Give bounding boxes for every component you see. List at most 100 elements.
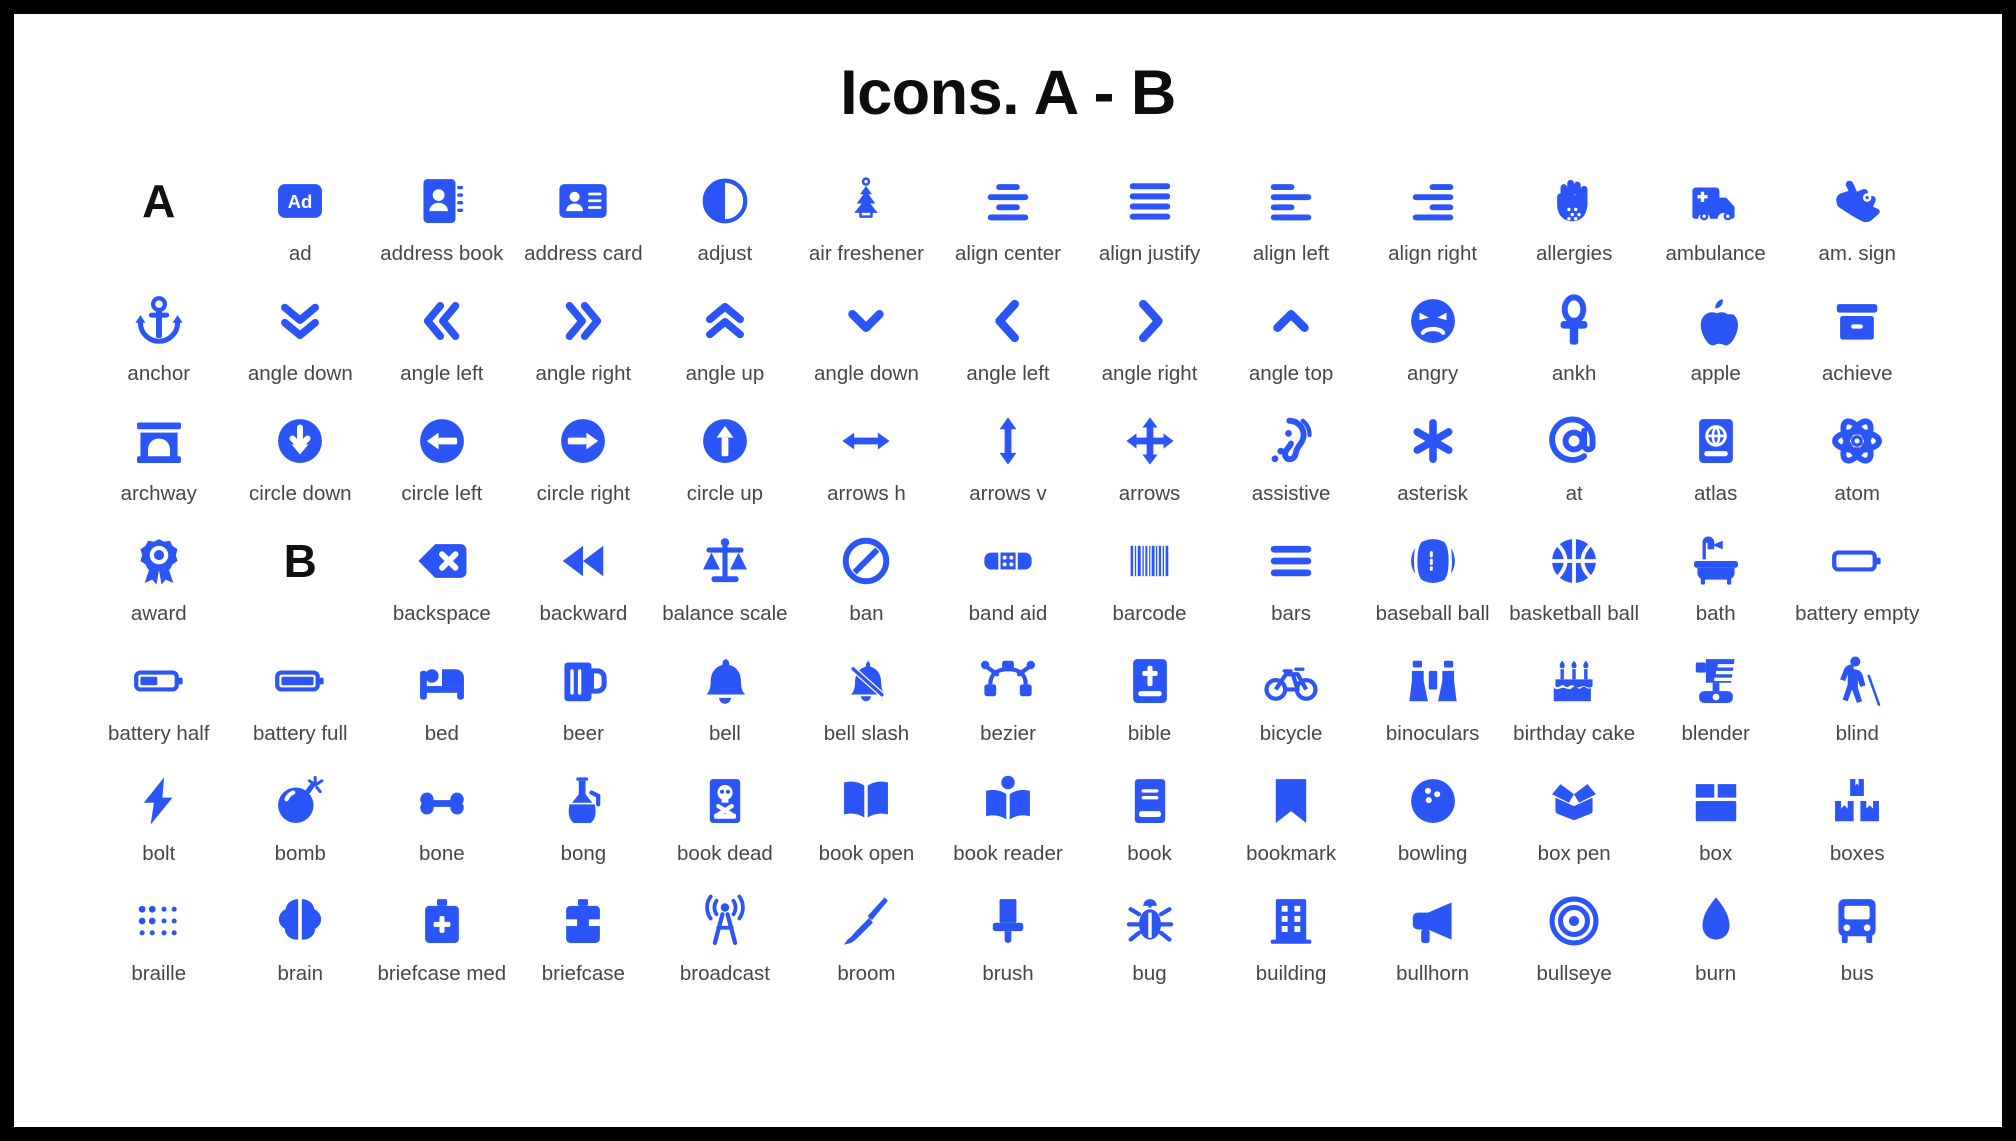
icon-cell-band-aid-icon[interactable]: band aid <box>937 529 1079 649</box>
icon-cell-angle-right-icon[interactable]: angle right <box>1079 289 1221 409</box>
icon-cell-bong-icon[interactable]: bong <box>513 769 655 889</box>
icon-cell-arrows-move-icon[interactable]: arrows <box>1079 409 1221 529</box>
icon-cell-apple-icon[interactable]: apple <box>1645 289 1787 409</box>
icon-cell-angle-double-down-icon[interactable]: angle down <box>230 289 372 409</box>
bus-icon <box>1786 889 1928 953</box>
icon-cell-align-justify-icon[interactable]: align justify <box>1079 169 1221 289</box>
icon-cell-american-sign-language-icon[interactable]: am. sign <box>1786 169 1928 289</box>
icon-cell-address-book-icon[interactable]: address book <box>371 169 513 289</box>
align-left-icon <box>1220 169 1362 233</box>
icon-cell-book-icon[interactable]: book <box>1079 769 1221 889</box>
icon-cell-ban-icon[interactable]: ban <box>796 529 938 649</box>
icon-cell-bone-icon[interactable]: bone <box>371 769 513 889</box>
icon-cell-bell-icon[interactable]: bell <box>654 649 796 769</box>
icon-cell-arrows-horizontal-icon[interactable]: arrows h <box>796 409 938 529</box>
icon-cell-letter-a[interactable]: A <box>88 169 230 289</box>
icon-cell-angry-face-icon[interactable]: angry <box>1362 289 1504 409</box>
icon-cell-arrow-circle-right-icon[interactable]: circle right <box>513 409 655 529</box>
icon-cell-bus-icon[interactable]: bus <box>1786 889 1928 1009</box>
icon-cell-award-icon[interactable]: award <box>88 529 230 649</box>
icon-cell-angle-left-icon[interactable]: angle left <box>937 289 1079 409</box>
icon-cell-book-reader-icon[interactable]: book reader <box>937 769 1079 889</box>
icon-caption: am. sign <box>1818 242 1896 265</box>
icon-cell-battery-empty-icon[interactable]: battery empty <box>1786 529 1928 649</box>
icon-cell-blind-person-icon[interactable]: blind <box>1786 649 1928 769</box>
icon-cell-bullhorn-icon[interactable]: bullhorn <box>1362 889 1504 1009</box>
icon-cell-bed-icon[interactable]: bed <box>371 649 513 769</box>
icon-cell-arrow-circle-up-icon[interactable]: circle up <box>654 409 796 529</box>
icon-cell-arrow-circle-left-icon[interactable]: circle left <box>371 409 513 529</box>
icon-cell-angle-double-right-icon[interactable]: angle right <box>513 289 655 409</box>
icon-cell-book-open-icon[interactable]: book open <box>796 769 938 889</box>
icon-cell-bolt-icon[interactable]: bolt <box>88 769 230 889</box>
icon-cell-align-left-icon[interactable]: align left <box>1220 169 1362 289</box>
icon-caption: angle top <box>1248 362 1334 385</box>
icon-cell-anchor-icon[interactable]: anchor <box>88 289 230 409</box>
icon-cell-at-sign-icon[interactable]: at <box>1503 409 1645 529</box>
icon-cell-blender-icon[interactable]: blender <box>1645 649 1787 769</box>
icon-cell-backward-icon[interactable]: backward <box>513 529 655 649</box>
icon-cell-baseball-ball-icon[interactable]: baseball ball <box>1362 529 1504 649</box>
icon-cell-briefcase-medical-icon[interactable]: briefcase med <box>371 889 513 1009</box>
icon-cell-barcode-icon[interactable]: barcode <box>1079 529 1221 649</box>
icon-cell-battery-half-icon[interactable]: battery half <box>88 649 230 769</box>
icon-cell-angle-double-left-icon[interactable]: angle left <box>371 289 513 409</box>
icon-cell-adjust-icon[interactable]: adjust <box>654 169 796 289</box>
icon-cell-atlas-icon[interactable]: atlas <box>1645 409 1787 529</box>
icon-cell-brush-icon[interactable]: brush <box>937 889 1079 1009</box>
icon-cell-atom-icon[interactable]: atom <box>1786 409 1928 529</box>
icon-cell-ankh-icon[interactable]: ankh <box>1503 289 1645 409</box>
icon-cell-ad-icon[interactable]: Ad ad <box>230 169 372 289</box>
air-freshener-icon <box>796 169 938 233</box>
icon-cell-bible-icon[interactable]: bible <box>1079 649 1221 769</box>
icon-cell-book-dead-icon[interactable]: book dead <box>654 769 796 889</box>
icon-cell-archway-icon[interactable]: archway <box>88 409 230 529</box>
icon-cell-bars-icon[interactable]: bars <box>1220 529 1362 649</box>
icon-cell-battery-full-icon[interactable]: battery full <box>230 649 372 769</box>
icon-cell-assistive-listening-icon[interactable]: assistive <box>1220 409 1362 529</box>
icon-cell-bell-slash-icon[interactable]: bell slash <box>796 649 938 769</box>
icon-caption: battery half <box>108 722 210 745</box>
icon-cell-beer-mug-icon[interactable]: beer <box>513 649 655 769</box>
icon-cell-bomb-icon[interactable]: bomb <box>230 769 372 889</box>
icon-cell-letter-b[interactable]: B <box>230 529 372 649</box>
icon-cell-bezier-curve-icon[interactable]: bezier <box>937 649 1079 769</box>
icon-cell-burn-icon[interactable]: burn <box>1645 889 1787 1009</box>
icon-cell-brain-icon[interactable]: brain <box>230 889 372 1009</box>
icon-cell-birthday-cake-icon[interactable]: birthday cake <box>1503 649 1645 769</box>
icon-cell-align-right-icon[interactable]: align right <box>1362 169 1504 289</box>
icon-cell-address-card-icon[interactable]: address card <box>513 169 655 289</box>
icon-cell-binoculars-icon[interactable]: binoculars <box>1362 649 1504 769</box>
icon-cell-angle-down-icon[interactable]: angle down <box>796 289 938 409</box>
icon-cell-arrow-circle-down-icon[interactable]: circle down <box>230 409 372 529</box>
icon-cell-basketball-ball-icon[interactable]: basketball ball <box>1503 529 1645 649</box>
icon-cell-broom-icon[interactable]: broom <box>796 889 938 1009</box>
icon-cell-broadcast-tower-icon[interactable]: broadcast <box>654 889 796 1009</box>
icon-cell-bath-icon[interactable]: bath <box>1645 529 1787 649</box>
icon-cell-angle-double-up-icon[interactable]: angle up <box>654 289 796 409</box>
icon-cell-air-freshener-icon[interactable]: air freshener <box>796 169 938 289</box>
icon-cell-box-open-icon[interactable]: box pen <box>1503 769 1645 889</box>
icon-cell-box-icon[interactable]: box <box>1645 769 1787 889</box>
icon-cell-briefcase-icon[interactable]: briefcase <box>513 889 655 1009</box>
icon-cell-bowling-ball-icon[interactable]: bowling <box>1362 769 1504 889</box>
icon-cell-asterisk-icon[interactable]: asterisk <box>1362 409 1504 529</box>
icon-cell-boxes-icon[interactable]: boxes <box>1786 769 1928 889</box>
icon-cell-bullseye-icon[interactable]: bullseye <box>1503 889 1645 1009</box>
icon-caption: arrows h <box>827 482 906 505</box>
icon-cell-angle-up-icon[interactable]: angle top <box>1220 289 1362 409</box>
icon-cell-bookmark-icon[interactable]: bookmark <box>1220 769 1362 889</box>
icon-cell-building-icon[interactable]: building <box>1220 889 1362 1009</box>
icon-cell-allergies-icon[interactable]: allergies <box>1503 169 1645 289</box>
icon-cell-balance-scale-icon[interactable]: balance scale <box>654 529 796 649</box>
icon-cell-ambulance-icon[interactable]: ambulance <box>1645 169 1787 289</box>
book-reader-icon <box>937 769 1079 833</box>
icon-cell-backspace-icon[interactable]: backspace <box>371 529 513 649</box>
icon-cell-braille-icon[interactable]: braille <box>88 889 230 1009</box>
icon-cell-bug-icon[interactable]: bug <box>1079 889 1221 1009</box>
icon-cell-bicycle-icon[interactable]: bicycle <box>1220 649 1362 769</box>
broom-icon <box>796 889 938 953</box>
icon-cell-archive-box-icon[interactable]: achieve <box>1786 289 1928 409</box>
icon-cell-align-center-icon[interactable]: align center <box>937 169 1079 289</box>
icon-cell-arrows-vertical-icon[interactable]: arrows v <box>937 409 1079 529</box>
